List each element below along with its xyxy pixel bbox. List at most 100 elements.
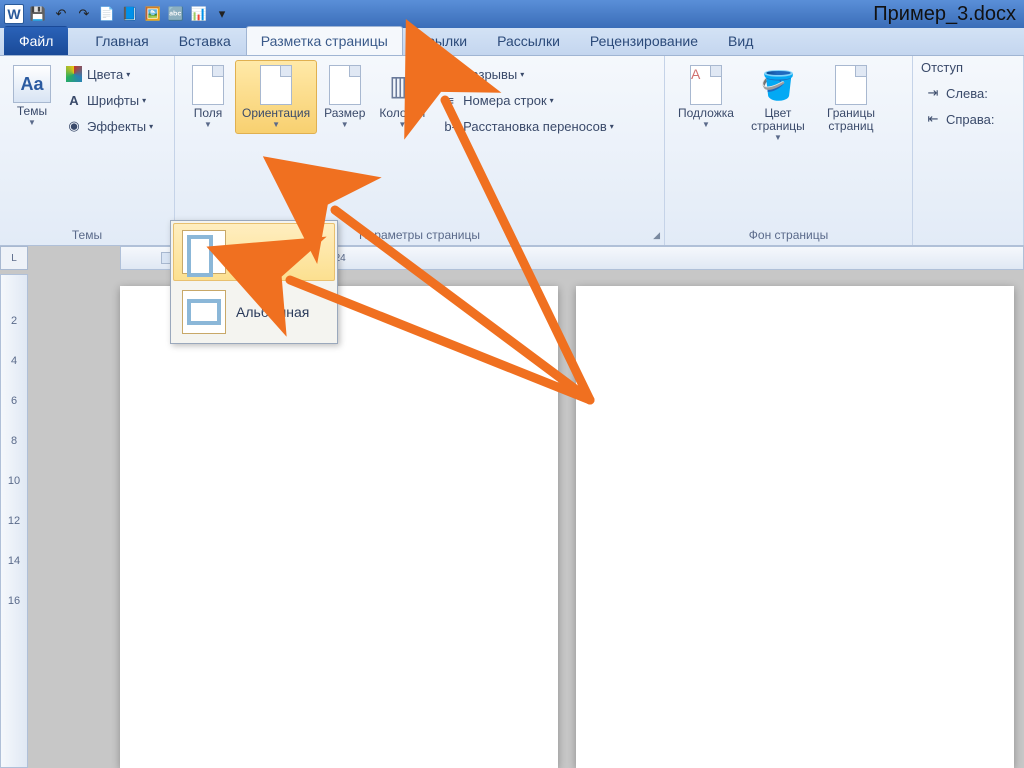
theme-colors-label: Цвета: [87, 67, 123, 82]
chevron-down-icon: ▼: [341, 120, 349, 129]
document-title: Пример_3.docx: [873, 3, 1024, 26]
page-container: [120, 286, 1014, 768]
indent-left-button[interactable]: ⇥ Слева:: [919, 81, 1000, 105]
indent-right-label: Справа:: [946, 112, 995, 127]
breaks-icon: ⤶: [441, 65, 459, 83]
ruler-tick: 16: [8, 595, 20, 607]
size-button[interactable]: Размер ▼: [317, 60, 372, 134]
group-page-setup: Поля ▼ Ориентация ▼ Размер ▼ ▥ Колонки ▼…: [175, 56, 665, 245]
breaks-label: Разрывы: [463, 67, 517, 82]
margins-icon: [188, 65, 228, 105]
fonts-icon: A: [65, 91, 83, 109]
page-borders-button[interactable]: Границы страниц: [815, 60, 887, 138]
ribbon: Aa Темы ▼ Цвета ▾ A Шрифты ▾ ◉ Эффекты: [0, 56, 1024, 246]
group-page-background-label: Фон страницы: [671, 225, 906, 245]
hyphenation-icon: b-: [441, 117, 459, 135]
orientation-landscape-item[interactable]: Альбомная: [173, 283, 335, 341]
vertical-ruler[interactable]: 2 4 6 8 10 12 14 16: [0, 274, 28, 768]
ruler-tick: 12: [8, 515, 20, 527]
chevron-down-icon: ▼: [204, 120, 212, 129]
orientation-button[interactable]: Ориентация ▼: [235, 60, 317, 134]
group-indent-label: [919, 239, 1017, 245]
size-icon: [325, 65, 365, 105]
qat-icon-2[interactable]: 📘: [120, 4, 140, 24]
chevron-down-icon: ▾: [550, 96, 554, 105]
tab-review[interactable]: Рецензирование: [575, 26, 713, 55]
chevron-down-icon: ▾: [126, 70, 130, 79]
save-icon[interactable]: 💾: [28, 4, 48, 24]
theme-effects-button[interactable]: ◉ Эффекты ▾: [60, 114, 158, 138]
tab-file[interactable]: Файл: [4, 26, 68, 55]
chevron-down-icon: ▾: [149, 122, 153, 131]
tab-mailings[interactable]: Рассылки: [482, 26, 575, 55]
theme-fonts-label: Шрифты: [87, 93, 139, 108]
breaks-button[interactable]: ⤶ Разрывы ▾: [436, 62, 619, 86]
page-color-button[interactable]: 🪣 Цвет страницы ▼: [741, 60, 815, 147]
theme-effects-label: Эффекты: [87, 119, 146, 134]
line-numbers-button[interactable]: ≡ Номера строк ▾: [436, 88, 619, 112]
chevron-down-icon: ▼: [398, 120, 406, 129]
ruler-tick: 8: [11, 435, 17, 447]
indent-right-button[interactable]: ⇤ Справа:: [919, 107, 1000, 131]
colors-icon: [65, 65, 83, 83]
qat-icon-1[interactable]: 📄: [97, 4, 117, 24]
chevron-down-icon: ▼: [272, 120, 280, 129]
ruler-tick: 6: [11, 395, 17, 407]
page-1[interactable]: [120, 286, 558, 768]
themes-button[interactable]: Aa Темы ▼: [6, 60, 58, 132]
margins-button[interactable]: Поля ▼: [181, 60, 235, 134]
orientation-icon: [256, 65, 296, 105]
tab-page-layout[interactable]: Разметка страницы: [246, 26, 403, 55]
portrait-icon: [182, 230, 226, 274]
title-bar: W 💾 ↶ ↷ 📄 📘 🖼️ 🔤 📊 ▾ Пример_3.docx: [0, 0, 1024, 28]
group-indent: Отступ ⇥ Слева: ⇤ Справа:: [913, 56, 1024, 245]
indent-left-label: Слева:: [946, 86, 988, 101]
chevron-down-icon: ▾: [520, 70, 524, 79]
group-themes: Aa Темы ▼ Цвета ▾ A Шрифты ▾ ◉ Эффекты: [0, 56, 175, 245]
columns-button[interactable]: ▥ Колонки ▼: [372, 60, 432, 134]
watermark-button[interactable]: A Подложка ▼: [671, 60, 741, 134]
group-themes-label: Темы: [6, 225, 168, 245]
indent-right-icon: ⇤: [924, 110, 942, 128]
themes-icon: Aa: [13, 65, 51, 103]
undo-icon[interactable]: ↶: [51, 4, 71, 24]
qat-icon-4[interactable]: 🔤: [166, 4, 186, 24]
tab-home[interactable]: Главная: [80, 26, 163, 55]
line-numbers-icon: ≡: [441, 91, 459, 109]
indent-left-icon: ⇥: [924, 84, 942, 102]
page-borders-icon: [831, 65, 871, 105]
ribbon-tabs: Файл Главная Вставка Разметка страницы С…: [0, 28, 1024, 56]
ruler-corner[interactable]: L: [0, 246, 28, 270]
chevron-down-icon: ▾: [142, 96, 146, 105]
tab-insert[interactable]: Вставка: [164, 26, 246, 55]
ruler-tick: 4: [11, 355, 17, 367]
chevron-down-icon: ▼: [774, 133, 782, 142]
group-page-background: A Подложка ▼ 🪣 Цвет страницы ▼ Границы с…: [665, 56, 913, 245]
orientation-dropdown: Книжная Альбомная: [170, 220, 338, 344]
chevron-down-icon: ▼: [702, 120, 710, 129]
ruler-tick: 2: [11, 315, 17, 327]
quick-access-toolbar: 💾 ↶ ↷ 📄 📘 🖼️ 🔤 📊 ▾: [28, 4, 232, 24]
page-2[interactable]: [576, 286, 1014, 768]
chevron-down-icon: ▾: [610, 122, 614, 131]
tab-references[interactable]: Ссылки: [403, 26, 482, 55]
document-area: L 14 16 18 20 22 24 2 4 6 8 10 12 14 16: [0, 246, 1024, 768]
qat-icon-3[interactable]: 🖼️: [143, 4, 163, 24]
landscape-icon: [182, 290, 226, 334]
qat-icon-5[interactable]: 📊: [189, 4, 209, 24]
effects-icon: ◉: [65, 117, 83, 135]
orientation-portrait-item[interactable]: Книжная: [173, 223, 335, 281]
ruler-tick: 14: [8, 555, 20, 567]
landscape-label: Альбомная: [236, 304, 309, 320]
line-numbers-label: Номера строк: [463, 93, 546, 108]
qat-dropdown-icon[interactable]: ▾: [212, 4, 232, 24]
hyphenation-label: Расстановка переносов: [463, 119, 607, 134]
hyphenation-button[interactable]: b- Расстановка переносов ▾: [436, 114, 619, 138]
ruler-tick: 10: [8, 475, 20, 487]
portrait-label: Книжная: [236, 244, 292, 260]
tab-view[interactable]: Вид: [713, 26, 768, 55]
page-setup-dialog-launcher-icon[interactable]: ◢: [653, 230, 660, 241]
theme-colors-button[interactable]: Цвета ▾: [60, 62, 158, 86]
theme-fonts-button[interactable]: A Шрифты ▾: [60, 88, 158, 112]
redo-icon[interactable]: ↷: [74, 4, 94, 24]
